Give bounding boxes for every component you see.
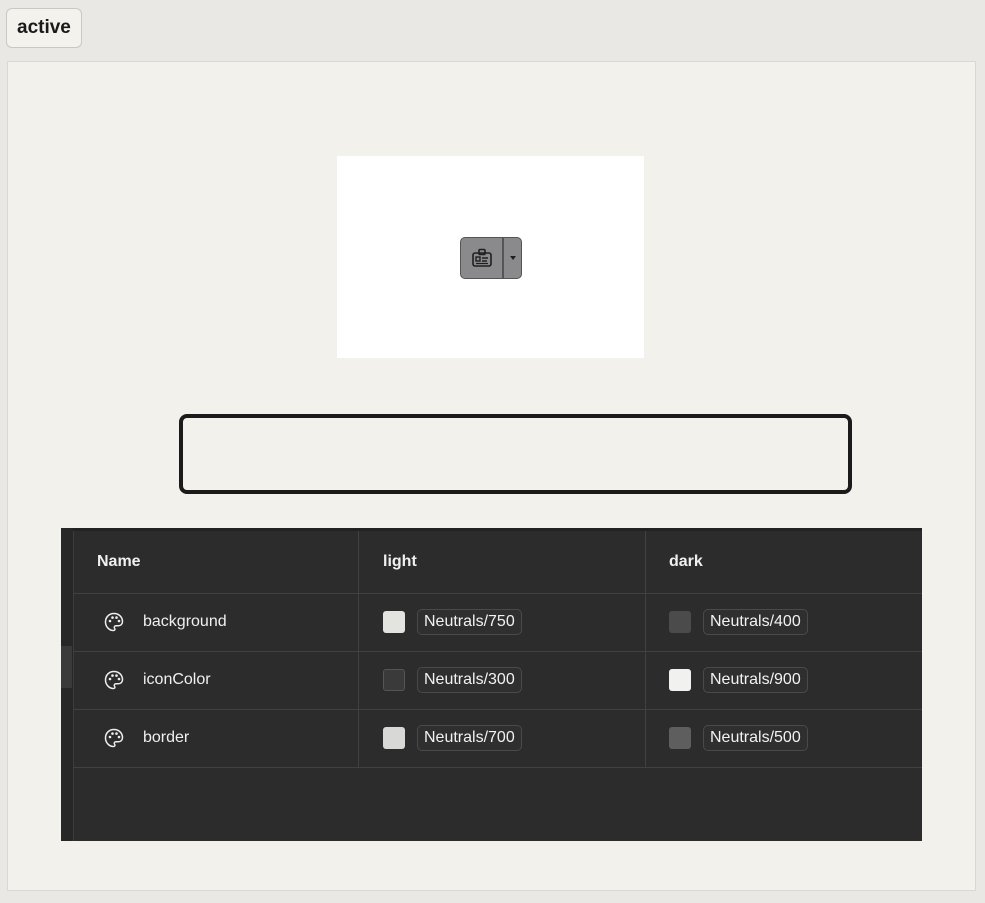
column-header-light[interactable]: light [359, 531, 646, 593]
dark-value-cell[interactable]: Neutrals/400 [646, 593, 922, 651]
palette-icon [103, 727, 125, 749]
color-swatch [383, 669, 405, 691]
light-value-cell[interactable]: Neutrals/300 [359, 651, 646, 709]
color-swatch [669, 669, 691, 691]
split-button-main[interactable] [461, 238, 504, 278]
dark-value-cell[interactable]: Neutrals/500 [646, 709, 922, 767]
name-cell: border [73, 709, 359, 767]
table-row[interactable]: background Neutrals/750 Neutrals/400 [73, 593, 922, 652]
token-name: background [143, 613, 227, 630]
color-swatch [383, 611, 405, 633]
token-reference[interactable]: Neutrals/300 [417, 667, 522, 693]
token-reference[interactable]: Neutrals/700 [417, 725, 522, 751]
id-badge-icon [471, 248, 492, 267]
table-header-row: Name light dark [73, 531, 922, 594]
column-header-dark[interactable]: dark [646, 531, 922, 593]
dark-value-cell[interactable]: Neutrals/900 [646, 651, 922, 709]
light-value-cell[interactable]: Neutrals/750 [359, 593, 646, 651]
light-value-cell[interactable]: Neutrals/700 [359, 709, 646, 767]
table-row[interactable]: iconColor Neutrals/300 Neutrals/900 [73, 651, 922, 710]
table-row[interactable]: border Neutrals/700 Neutrals/500 [73, 709, 922, 768]
token-reference[interactable]: Neutrals/400 [703, 609, 808, 635]
color-swatch [383, 727, 405, 749]
column-header-name[interactable]: Name [73, 531, 359, 593]
split-button[interactable] [460, 237, 522, 279]
resize-handle[interactable] [61, 646, 72, 688]
split-button-caret[interactable] [504, 238, 521, 278]
color-swatch [669, 611, 691, 633]
palette-icon [103, 669, 125, 691]
palette-icon [103, 611, 125, 633]
token-reference[interactable]: Neutrals/900 [703, 667, 808, 693]
focused-input-box[interactable] [179, 414, 852, 494]
token-name: border [143, 729, 190, 746]
token-reference[interactable]: Neutrals/500 [703, 725, 808, 751]
token-name: iconColor [143, 671, 211, 688]
state-tag[interactable]: active [6, 8, 82, 48]
token-reference[interactable]: Neutrals/750 [417, 609, 522, 635]
caret-down-icon [509, 256, 516, 260]
color-swatch [669, 727, 691, 749]
name-cell: background [73, 593, 359, 651]
token-table: Name light dark background Neutrals/750 [61, 528, 922, 841]
name-cell: iconColor [73, 651, 359, 709]
